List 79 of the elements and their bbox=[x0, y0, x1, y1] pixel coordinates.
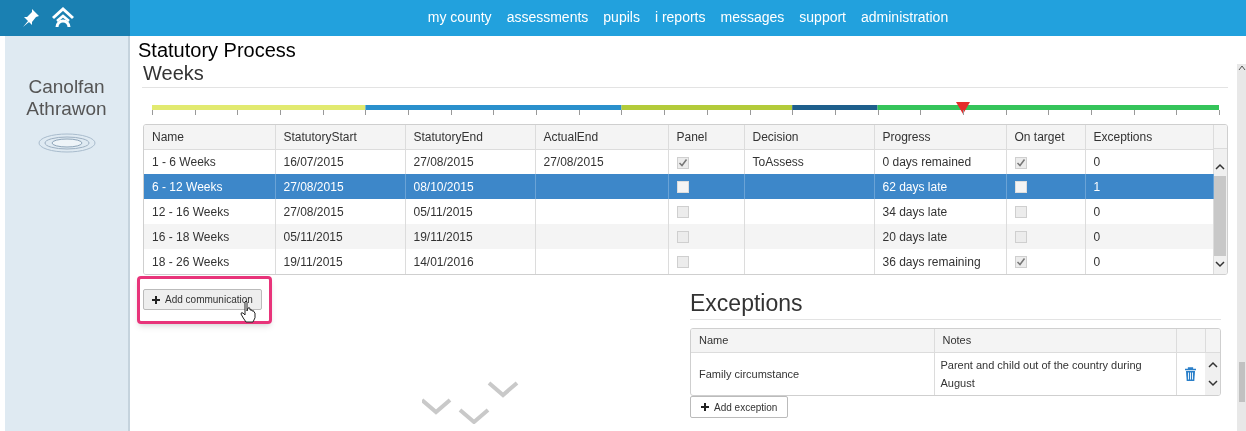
table-cell: 0 days remained bbox=[882, 154, 972, 169]
pin-icon[interactable] bbox=[22, 8, 40, 28]
table-cell: 27/08/2015 bbox=[283, 179, 344, 194]
checkbox[interactable] bbox=[1014, 256, 1027, 269]
table-cell: 19/11/2015 bbox=[283, 254, 343, 269]
table-cell: 0 bbox=[1093, 204, 1101, 219]
nav-link[interactable]: i reports bbox=[654, 6, 706, 28]
column-header: StatutoryEnd bbox=[405, 125, 535, 149]
table-cell: 18 - 26 Weeks bbox=[152, 254, 230, 269]
table-row[interactable]: 12 - 16 Weeks 27/08/2015 05/11/2015 34 days late 0 bbox=[144, 199, 1213, 224]
add-communication-button[interactable]: Add communication bbox=[143, 289, 262, 310]
table-cell: 36 days remaining bbox=[882, 254, 981, 269]
checkbox[interactable] bbox=[676, 206, 689, 219]
column-header: Exceptions bbox=[1085, 125, 1213, 149]
checkbox[interactable] bbox=[676, 181, 689, 194]
column-header: ActualEnd bbox=[535, 125, 668, 149]
table-row[interactable]: 1 - 6 Weeks 16/07/2015 27/08/2015 27/08/2015 ToAssess 0 days remained 0 bbox=[144, 149, 1213, 174]
page-title: Statutory Process bbox=[138, 38, 297, 62]
add-exception-button[interactable]: Add exception bbox=[690, 396, 789, 418]
sidebar-title: Canolfan Athrawon bbox=[25, 76, 108, 120]
scrollbar[interactable] bbox=[1237, 64, 1246, 431]
scroll-down-icon[interactable] bbox=[1214, 258, 1227, 270]
nav-link[interactable]: assessments bbox=[506, 6, 589, 28]
column-header: Notes bbox=[934, 329, 1176, 352]
table-cell: 1 - 6 Weeks bbox=[152, 154, 216, 169]
column-header: Name bbox=[691, 329, 934, 352]
checkbox[interactable] bbox=[676, 231, 689, 244]
table-cell: 16 - 18 Weeks bbox=[152, 229, 230, 244]
table-cell: Family circumstance bbox=[699, 367, 800, 380]
checkbox[interactable] bbox=[1014, 206, 1027, 219]
nav-link[interactable]: pupils bbox=[603, 6, 640, 28]
column-header: StatutoryStart bbox=[275, 125, 405, 149]
scrollbar-thumb[interactable] bbox=[1238, 362, 1245, 402]
table-cell: 0 bbox=[1093, 229, 1101, 244]
table-cell: 14/01/2016 bbox=[413, 254, 474, 269]
checkbox[interactable] bbox=[1014, 156, 1027, 169]
ripple-logo-icon bbox=[36, 132, 97, 154]
table-cell: 0 bbox=[1093, 154, 1101, 169]
nav-link[interactable]: administration bbox=[861, 6, 949, 28]
table-cell: 27/08/2015 bbox=[413, 154, 474, 169]
column-header: On target bbox=[1006, 125, 1085, 149]
section-heading: Exceptions bbox=[690, 290, 803, 316]
table-cell: 6 - 12 Weeks bbox=[152, 179, 223, 194]
table-row[interactable]: 16 - 18 Weeks 05/11/2015 19/11/2015 20 days late 0 bbox=[144, 224, 1213, 249]
table-cell: Parent and child out of the country during August bbox=[940, 358, 1142, 389]
column-header: Name bbox=[144, 125, 275, 149]
table-cell: 12 - 16 Weeks bbox=[152, 204, 230, 219]
scrollbar-thumb[interactable] bbox=[1214, 176, 1227, 256]
table-cell: 19/11/2015 bbox=[413, 229, 473, 244]
table-cell: 0 bbox=[1093, 254, 1101, 269]
table-cell: 27/08/2015 bbox=[543, 154, 604, 169]
checkbox[interactable] bbox=[1014, 181, 1027, 194]
nav-link[interactable]: support bbox=[799, 6, 846, 28]
table-cell: ToAssess bbox=[752, 154, 804, 169]
section-heading: Weeks bbox=[142, 62, 205, 84]
table-cell: 05/11/2015 bbox=[283, 229, 343, 244]
table-cell: 20 days late bbox=[882, 229, 948, 244]
plus-icon bbox=[701, 403, 709, 411]
table-cell: 08/10/2015 bbox=[413, 179, 474, 194]
checkbox[interactable] bbox=[676, 256, 689, 269]
checkbox[interactable] bbox=[1014, 231, 1027, 244]
scroll-up-icon[interactable] bbox=[1237, 64, 1246, 72]
nav-link[interactable]: my county bbox=[427, 6, 492, 28]
home-icon[interactable] bbox=[52, 7, 74, 29]
column-header: Decision bbox=[744, 125, 874, 149]
plus-icon bbox=[152, 295, 160, 304]
table-row[interactable]: 6 - 12 Weeks 27/08/2015 08/10/2015 62 days late 1 bbox=[144, 174, 1213, 199]
trash-icon[interactable] bbox=[1184, 367, 1198, 383]
nav-link[interactable]: messages bbox=[720, 6, 785, 28]
column-header: Panel bbox=[668, 125, 744, 149]
table-cell: 62 days late bbox=[882, 179, 948, 194]
table-cell: 16/07/2015 bbox=[283, 154, 344, 169]
table-cell: 05/11/2015 bbox=[413, 204, 473, 219]
table-row[interactable]: 18 - 26 Weeks 19/11/2015 14/01/2016 36 days remaining 0 bbox=[144, 249, 1213, 274]
checkbox[interactable] bbox=[676, 156, 689, 169]
table-cell: 34 days late bbox=[882, 204, 948, 219]
column-header: Progress bbox=[874, 125, 1006, 149]
table-cell: 27/08/2015 bbox=[283, 204, 344, 219]
table-cell: 1 bbox=[1093, 179, 1101, 194]
